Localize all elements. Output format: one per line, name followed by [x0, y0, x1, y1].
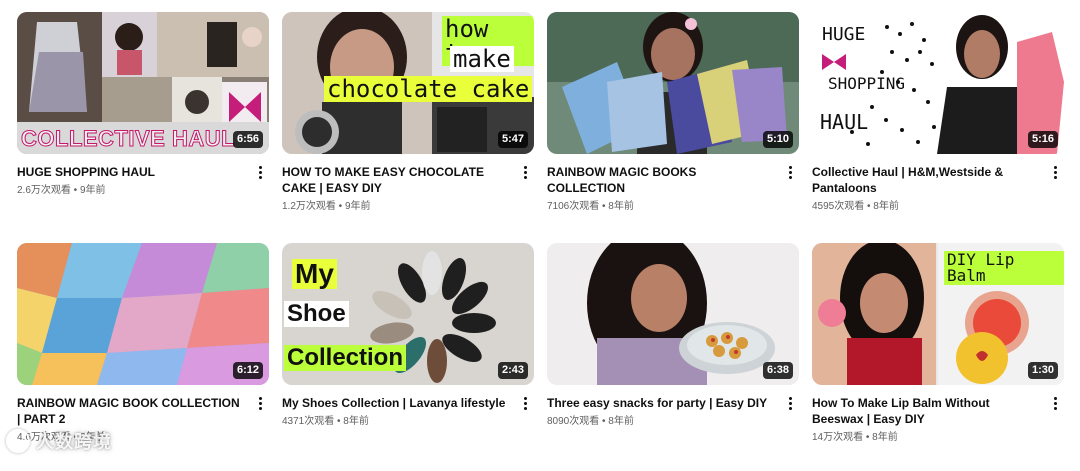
more-options-icon[interactable]: [518, 395, 532, 411]
video-card[interactable]: DIY Lip Balm 1:30 How To Make Lip Balm W…: [812, 243, 1064, 471]
more-options-icon[interactable]: [253, 395, 267, 411]
video-stats: 1.2万次观看 • 9年前: [282, 201, 371, 212]
watermark: 人数跨境: [6, 428, 112, 454]
video-title[interactable]: RAINBOW MAGIC BOOK COLLECTION | PART 2: [17, 395, 243, 427]
video-thumbnail[interactable]: DIY Lip Balm 1:30: [812, 243, 1064, 385]
thumbnail-image: [547, 243, 799, 385]
thumbnail-text: Shoe: [284, 301, 349, 327]
video-card[interactable]: COLLECTIVE HAUL 6:56 HUGE SHOPPING HAUL …: [17, 12, 269, 240]
video-thumbnail[interactable]: HUGE SHOPPING HAUL 5:16: [812, 12, 1064, 154]
video-card[interactable]: My Shoe Collection 2:43 My Shoes Collect…: [282, 243, 534, 471]
video-grid: COLLECTIVE HAUL 6:56 HUGE SHOPPING HAUL …: [17, 12, 1064, 471]
video-title[interactable]: RAINBOW MAGIC BOOKS COLLECTION: [547, 164, 773, 196]
video-duration: 6:38: [762, 362, 793, 379]
video-stats: 4371次观看 • 8年前: [282, 416, 369, 427]
thumbnail-image: [547, 12, 799, 154]
video-stats: 14万次观看 • 8年前: [812, 432, 898, 443]
more-options-icon[interactable]: [783, 164, 797, 180]
video-stats: 8090次观看 • 8年前: [547, 416, 634, 427]
video-thumbnail[interactable]: My Shoe Collection 2:43: [282, 243, 534, 385]
more-options-icon[interactable]: [1048, 395, 1062, 411]
video-stats: 4595次观看 • 8年前: [812, 201, 899, 212]
video-thumbnail[interactable]: 6:38: [547, 243, 799, 385]
thumbnail-text: HUGE: [822, 24, 866, 45]
video-thumbnail[interactable]: 5:10: [547, 12, 799, 154]
video-stats: 2.6万次观看 • 9年前: [17, 185, 106, 196]
thumbnail-text: COLLECTIVE HAUL: [20, 126, 236, 151]
video-card[interactable]: how to make chocolate cake 5:47 HOW TO M…: [282, 12, 534, 240]
video-title[interactable]: HOW TO MAKE EASY CHOCOLATE CAKE | EASY D…: [282, 164, 508, 196]
video-thumbnail[interactable]: 6:12: [17, 243, 269, 385]
thumbnail-text: make: [450, 46, 514, 72]
video-title[interactable]: HUGE SHOPPING HAUL: [17, 164, 243, 180]
video-duration: 5:16: [1027, 131, 1058, 148]
video-thumbnail[interactable]: COLLECTIVE HAUL 6:56: [17, 12, 269, 154]
video-card[interactable]: HUGE SHOPPING HAUL 5:16 Collective Haul …: [812, 12, 1064, 240]
video-title[interactable]: Three easy snacks for party | Easy DIY: [547, 395, 773, 411]
more-options-icon[interactable]: [783, 395, 797, 411]
thumbnail-text: My: [292, 259, 337, 289]
video-title[interactable]: My Shoes Collection | Lavanya lifestyle: [282, 395, 508, 411]
more-options-icon[interactable]: [253, 164, 267, 180]
video-stats: 7106次观看 • 8年前: [547, 201, 634, 212]
thumbnail-text: chocolate cake: [324, 76, 533, 102]
video-duration: 1:30: [1027, 362, 1058, 379]
thumbnail-text: Collection: [284, 345, 407, 371]
thumbnail-image: [17, 243, 269, 385]
video-duration: 6:56: [232, 131, 263, 148]
video-card[interactable]: 5:10 RAINBOW MAGIC BOOKS COLLECTION 7106…: [547, 12, 799, 240]
more-options-icon[interactable]: [518, 164, 532, 180]
video-card[interactable]: 6:38 Three easy snacks for party | Easy …: [547, 243, 799, 471]
video-title[interactable]: How To Make Lip Balm Without Beeswax | E…: [812, 395, 1038, 427]
thumbnail-text: DIY Lip Balm: [944, 251, 1064, 285]
more-options-icon[interactable]: [1048, 164, 1062, 180]
watermark-logo-icon: [6, 429, 30, 453]
video-duration: 5:10: [762, 131, 793, 148]
watermark-text: 人数跨境: [36, 432, 112, 452]
video-duration: 6:12: [232, 362, 263, 379]
video-duration: 5:47: [497, 131, 528, 148]
thumbnail-text: SHOPPING: [828, 74, 906, 93]
video-title[interactable]: Collective Haul | H&M,Westside & Pantalo…: [812, 164, 1038, 196]
video-thumbnail[interactable]: how to make chocolate cake 5:47: [282, 12, 534, 154]
video-duration: 2:43: [497, 362, 528, 379]
thumbnail-text: HAUL: [820, 110, 869, 134]
